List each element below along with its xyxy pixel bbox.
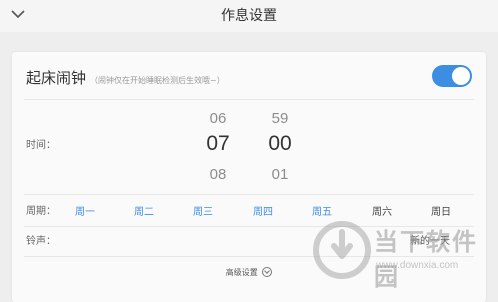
alarm-toggle[interactable] <box>432 65 472 87</box>
divider <box>24 194 474 195</box>
weekday-thu[interactable]: 周四 <box>243 206 283 220</box>
weekday-sun[interactable]: 周日 <box>421 206 461 220</box>
advanced-settings-button[interactable]: 高级设置 <box>0 266 498 279</box>
hour-next: 08 <box>209 166 227 183</box>
divider <box>24 99 474 100</box>
minute-picker[interactable]: 59 00 01 <box>255 108 305 188</box>
weekday-sat[interactable]: 周六 <box>362 206 402 220</box>
advanced-settings-label: 高级设置 <box>225 268 258 277</box>
toggle-knob <box>452 67 470 85</box>
top-bar: 作息设置 <box>0 0 498 32</box>
repeat-label: 周期： <box>26 206 56 217</box>
hour-selected: 07 <box>206 132 230 155</box>
weekday-wed[interactable]: 周三 <box>183 206 223 220</box>
chevron-down-circle-icon <box>262 266 273 277</box>
alarm-note: （闹钟仅在开始睡眠检测后生效哦~） <box>90 76 225 85</box>
page-title: 作息设置 <box>221 8 277 24</box>
weekday-fri[interactable]: 周五 <box>302 206 342 220</box>
ringtone-label: 铃声： <box>26 236 56 247</box>
minute-prev: 59 <box>271 110 289 127</box>
alarm-header: 起床闹钟 （闹钟仅在开始睡眠检测后生效哦~） <box>26 67 225 88</box>
minute-selected: 00 <box>268 132 292 155</box>
ringtone-value[interactable]: 新的一天 <box>410 235 450 249</box>
minute-next: 01 <box>271 166 289 183</box>
weekday-tue[interactable]: 周二 <box>124 206 164 220</box>
divider <box>24 256 474 257</box>
alarm-card: 起床闹钟 （闹钟仅在开始睡眠检测后生效哦~） 时间： 06 07 08 59 0… <box>12 52 486 302</box>
weekday-mon[interactable]: 周一 <box>65 206 105 220</box>
alarm-title: 起床闹钟 <box>26 69 87 87</box>
hour-picker[interactable]: 06 07 08 <box>193 108 243 188</box>
hour-prev: 06 <box>209 110 227 127</box>
time-label: 时间： <box>26 140 56 151</box>
divider <box>24 226 474 227</box>
